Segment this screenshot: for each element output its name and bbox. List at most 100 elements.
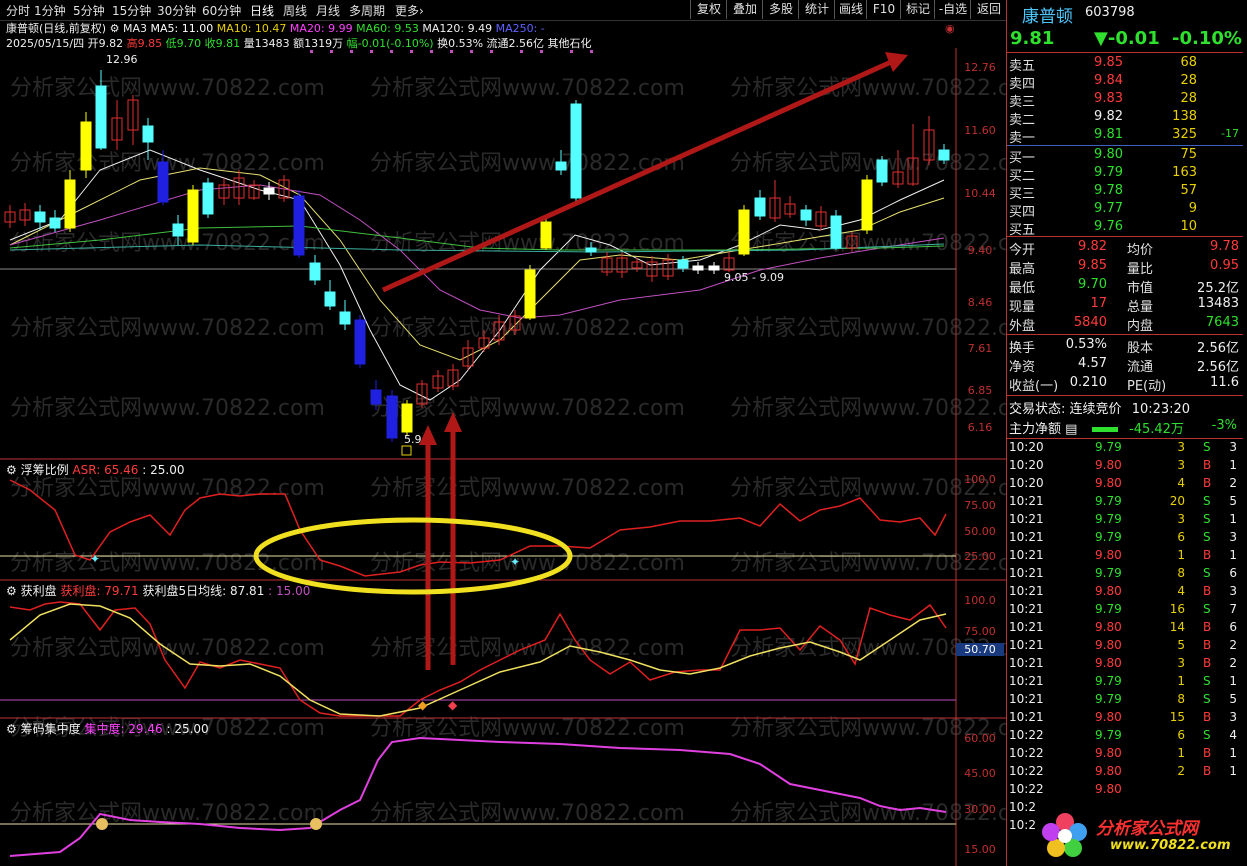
main-flow: 主力净额 ▤ -45.42万 -3%: [1009, 418, 1243, 437]
candle-body: [324, 291, 336, 307]
tick-row: 10:22 9.80: [1007, 782, 1243, 800]
tick-time: 10:21: [1009, 530, 1044, 544]
candle-body: [370, 389, 382, 405]
trade-state: 交易状态: 连续竞价 10:23:20: [1009, 398, 1190, 417]
stat-row: 最低 9.70 市值 25.2亿: [1007, 277, 1243, 296]
tick-time: 10:22: [1009, 746, 1044, 760]
tick-volume: 1: [1177, 674, 1185, 688]
tick-time: 10:21: [1009, 620, 1044, 634]
tick-volume: 14: [1169, 620, 1185, 634]
tick-row: 10:22 9.79 6 S 4: [1007, 728, 1243, 746]
bid-row[interactable]: 买三 9.78 57: [1007, 183, 1243, 202]
candle-body: [49, 217, 61, 229]
trade-state-time: 10:23:20: [1131, 402, 1191, 417]
stat-label: 总量: [1127, 300, 1154, 315]
price-tick: 10.44: [964, 187, 996, 200]
tick-time: 10:21: [1009, 548, 1044, 562]
gear-icon[interactable]: ⚙: [6, 463, 17, 477]
tick-time: 10:22: [1009, 728, 1044, 742]
ask-row[interactable]: 卖三 9.83 28: [1007, 91, 1243, 110]
ask-volume: 325: [1172, 127, 1197, 142]
trade-state-label: 交易状态:: [1009, 402, 1066, 417]
stat-value: 9.70: [1078, 277, 1107, 292]
tick-price: 9.80: [1095, 638, 1122, 652]
tick-row: 10:21 9.79 20 S 5: [1007, 494, 1243, 512]
conc-tick: 30.00: [964, 803, 996, 816]
tick-count: 1: [1229, 764, 1237, 778]
tick-side: B: [1203, 548, 1212, 562]
asr-panel-title: ⚙ 浮筹比例 ASR: 65.46 : 25.00: [6, 461, 185, 478]
tick-time: 10:21: [1009, 674, 1044, 688]
stat-row: 收益(一) 0.210 PE(动) 11.6: [1007, 375, 1243, 394]
asr-line: [9, 479, 947, 577]
tick-row: 10:21 9.80 1 B 1: [1007, 548, 1243, 566]
tick-count: 3: [1229, 440, 1237, 454]
ask-price: 9.84: [1094, 73, 1123, 88]
tick-volume: 8: [1177, 692, 1185, 706]
tick-row: 10:21 9.80 5 B 2: [1007, 638, 1243, 656]
candle-body: [938, 149, 950, 161]
stat-value: 0.53%: [1065, 337, 1107, 352]
ask-price: 9.81: [1094, 127, 1123, 142]
profit-ma-label: 获利盘5日均线: 87.81: [142, 584, 265, 598]
money-bag-icon: [310, 818, 322, 830]
candle-body: [95, 85, 107, 149]
tick-side: B: [1203, 656, 1212, 670]
candle-body: [263, 187, 275, 195]
bid-row[interactable]: 买二 9.79 163: [1007, 165, 1243, 184]
ask-row[interactable]: 卖二 9.82 138: [1007, 109, 1243, 128]
bid-volume: 9: [1188, 201, 1197, 216]
price-tick: 12.76: [964, 61, 996, 74]
top-marker: [390, 50, 393, 53]
conc-tick: 15.00: [964, 843, 996, 856]
tick-side: S: [1203, 692, 1211, 706]
tick-volume: 3: [1177, 440, 1185, 454]
bid-row[interactable]: 买一 9.80 75: [1007, 147, 1243, 166]
stat-value: 7643: [1205, 315, 1239, 330]
candle-body: [738, 209, 750, 255]
top-marker: [470, 50, 473, 53]
profit-name: 获利盘: [20, 584, 57, 598]
bid-price: 9.76: [1094, 219, 1123, 234]
tick-time: 10:22: [1009, 764, 1044, 778]
tick-time: 10:20: [1009, 458, 1044, 472]
last-price: 9.81: [1010, 28, 1055, 49]
tick-time: 10:22: [1009, 782, 1044, 796]
profit-tick: 75.00: [964, 625, 996, 638]
ma5-line: [9, 149, 945, 401]
tick-price: 9.79: [1095, 440, 1122, 454]
stat-row: 净资 4.57 流通 2.56亿: [1007, 356, 1243, 375]
ask-row[interactable]: 卖一 9.81 325 -17: [1007, 127, 1243, 146]
tick-count: 2: [1229, 476, 1237, 490]
ask-row[interactable]: 卖五 9.85 68: [1007, 55, 1243, 74]
stat-label: 最低: [1009, 281, 1036, 296]
bid-label: 买三: [1009, 187, 1036, 202]
tick-volume: 20: [1169, 494, 1185, 508]
candle-body: [157, 161, 169, 203]
tick-volume: 6: [1177, 530, 1185, 544]
tick-count: 6: [1229, 620, 1237, 634]
stat-value: 2.56亿: [1197, 360, 1239, 375]
top-marker: [370, 50, 373, 53]
bid-label: 买一: [1009, 151, 1036, 166]
gear-icon[interactable]: ⚙: [6, 584, 17, 598]
tick-price: 9.79: [1095, 566, 1122, 580]
top-marker: [350, 50, 353, 53]
bid-row[interactable]: 买四 9.77 9: [1007, 201, 1243, 220]
tick-row: 10:20 9.80 4 B 2: [1007, 476, 1243, 494]
bid-row[interactable]: 买五 9.76 10: [1007, 219, 1243, 238]
ask-row[interactable]: 卖四 9.84 28: [1007, 73, 1243, 92]
candle-body: [876, 159, 888, 183]
tick-side: B: [1203, 710, 1212, 724]
stat-label: 净资: [1009, 360, 1036, 375]
flower-logo-icon: [1042, 813, 1087, 857]
asr-tick: 100.0: [964, 473, 996, 486]
stat-label: 换手: [1009, 341, 1036, 356]
gear-icon[interactable]: ⚙: [6, 722, 17, 736]
list-icon[interactable]: ▤: [1065, 422, 1077, 437]
tick-count: 1: [1229, 548, 1237, 562]
tick-row: 10:21 9.79 8 S 5: [1007, 692, 1243, 710]
pct-change: -0.10%: [1172, 28, 1242, 49]
tick-volume: 1: [1177, 746, 1185, 760]
tick-count: 2: [1229, 638, 1237, 652]
